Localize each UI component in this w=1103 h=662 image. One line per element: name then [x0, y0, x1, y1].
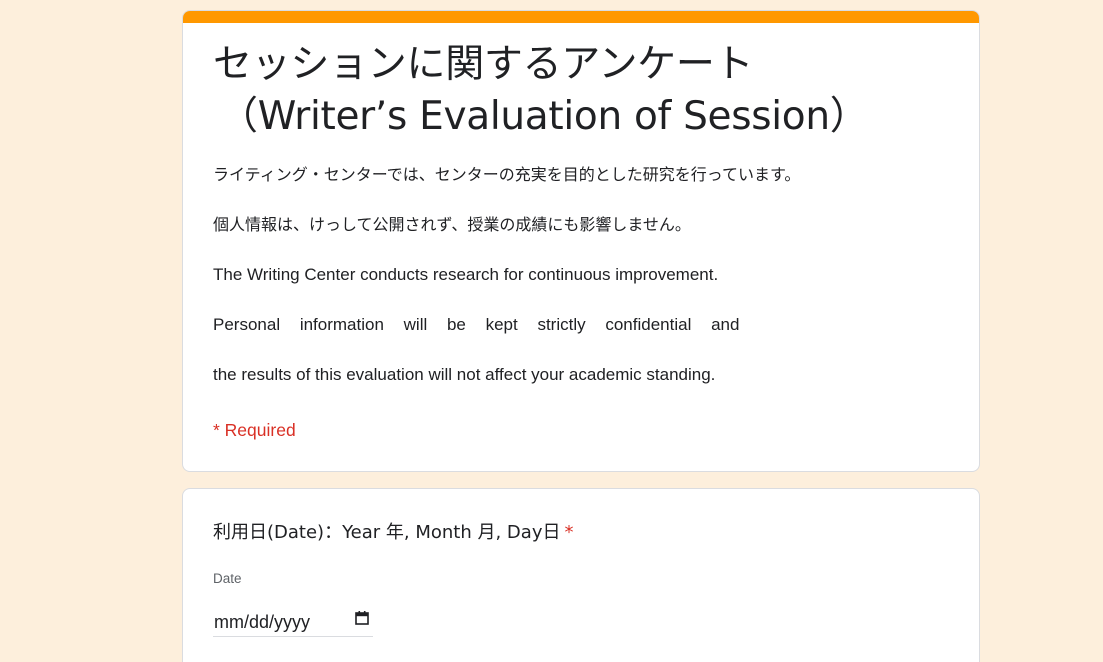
description-line: ライティング・センターでは、センターの充実を目的とした研究を行っています。	[213, 165, 801, 184]
accent-bar	[183, 11, 979, 23]
required-note: * Required	[213, 420, 296, 440]
form-header-card: セッションに関するアンケート （Writer’s Evaluation of S…	[182, 10, 980, 472]
calendar-icon[interactable]	[355, 611, 369, 625]
date-input-value: mm/dd/yyyy	[214, 612, 311, 632]
form-title-line1: セッションに関するアンケート	[213, 42, 754, 87]
form-title: セッションに関するアンケート （Writer’s Evaluation of S…	[213, 39, 953, 143]
form-page: セッションに関するアンケート （Writer’s Evaluation of S…	[0, 0, 1103, 662]
required-asterisk: *	[564, 522, 574, 543]
description-line: the results of this evaluation will not …	[213, 365, 716, 384]
date-field-label: Date	[213, 571, 242, 586]
question-title: 利用日(Date)：Year 年, Month 月, Day日 *	[213, 521, 573, 545]
description-line: The Writing Center conducts research for…	[213, 265, 719, 284]
form-title-line2: （Writer’s Evaluation of Session）	[219, 94, 869, 139]
date-input[interactable]: mm/dd/yyyy	[213, 607, 373, 637]
question-title-text: 利用日(Date)：Year 年, Month 月, Day日	[213, 522, 561, 543]
description-line: Personal information will be kept strict…	[213, 315, 740, 334]
date-question-card: 利用日(Date)：Year 年, Month 月, Day日 * Date mm…	[182, 488, 980, 662]
description-line: 個人情報は、けっして公開されず、授業の成績にも影響しません。	[213, 215, 691, 234]
